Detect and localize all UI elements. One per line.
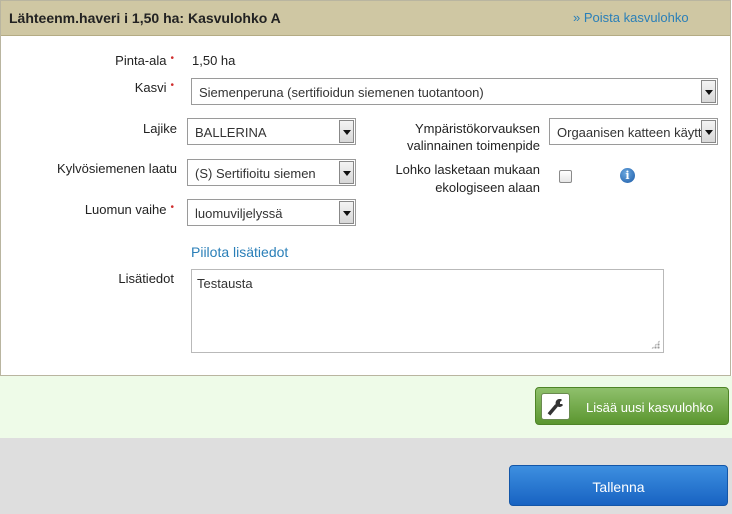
required-marker: •: [170, 53, 174, 64]
env-measure-label-line2: valinnainen toimenpide: [407, 138, 540, 153]
save-button-label: Tallenna: [592, 479, 645, 495]
ecological-area-checkbox[interactable]: [559, 170, 572, 183]
area-label: Pinta-ala •: [115, 53, 174, 68]
chevron-down-icon[interactable]: [339, 201, 354, 224]
chevron-down-icon[interactable]: [339, 120, 354, 143]
panel-header: Lähteenm.haveri i 1,50 ha: Kasvulohko A …: [1, 1, 730, 36]
resize-grip-icon[interactable]: [651, 340, 660, 349]
ecological-area-label-line1: Lohko lasketaan mukaan: [395, 162, 540, 177]
ecological-area-label-line2: ekologiseen alaan: [435, 180, 540, 195]
env-measure-label-line1: Ympäristökorvauksen: [415, 121, 540, 136]
required-marker: •: [170, 202, 174, 213]
crop-block-panel: Lähteenm.haveri i 1,50 ha: Kasvulohko A …: [0, 0, 731, 376]
env-measure-select[interactable]: Orgaanisen katteen käytt: [549, 118, 718, 145]
remove-crop-block-link[interactable]: » Poista kasvulohko: [573, 10, 689, 25]
crop-label: Kasvi •: [135, 80, 174, 95]
crop-select[interactable]: Siemenperuna (sertifioidun siemenen tuot…: [191, 78, 718, 105]
add-crop-block-button[interactable]: Lisää uusi kasvulohko: [535, 387, 729, 425]
seed-quality-select-value: (S) Sertifioitu siemen: [195, 166, 316, 181]
crop-label-text: Kasvi: [134, 80, 167, 95]
variety-label: Lajike: [143, 121, 177, 136]
organic-phase-label-text: Luomun vaihe: [84, 202, 167, 217]
save-button[interactable]: Tallenna: [509, 465, 728, 506]
ecological-area-label: Lohko lasketaan mukaan ekologiseen alaan: [395, 161, 540, 197]
organic-phase-select-value: luomuviljelyssä: [195, 206, 283, 221]
required-marker: •: [170, 80, 174, 91]
details-textarea-value: Testausta: [197, 276, 253, 291]
chevron-down-icon[interactable]: [339, 161, 354, 184]
details-textarea[interactable]: Testausta: [191, 269, 664, 353]
info-icon[interactable]: i: [620, 168, 635, 183]
organic-phase-select[interactable]: luomuviljelyssä: [187, 199, 356, 226]
env-measure-label: Ympäristökorvauksen valinnainen toimenpi…: [407, 120, 540, 154]
variety-select-value: BALLERINA: [195, 125, 267, 140]
add-crop-block-label: Lisää uusi kasvulohko: [586, 400, 714, 415]
chevron-down-icon[interactable]: [701, 120, 716, 143]
area-value: 1,50 ha: [192, 53, 236, 68]
organic-phase-label: Luomun vaihe •: [85, 202, 174, 217]
seed-quality-select[interactable]: (S) Sertifioitu siemen: [187, 159, 356, 186]
details-label: Lisätiedot: [118, 271, 174, 286]
seed-quality-label: Kylvösiemenen laatu: [57, 161, 177, 176]
area-label-text: Pinta-ala: [115, 53, 167, 68]
variety-select[interactable]: BALLERINA: [187, 118, 356, 145]
crop-select-value: Siemenperuna (sertifioidun siemenen tuot…: [199, 85, 484, 100]
env-measure-select-value: Orgaanisen katteen käytt: [557, 125, 702, 140]
wrench-icon: [541, 393, 570, 420]
chevron-down-icon[interactable]: [701, 80, 716, 103]
panel-title: Lähteenm.haveri i 1,50 ha: Kasvulohko A: [9, 10, 281, 26]
hide-details-link[interactable]: Piilota lisätiedot: [191, 244, 288, 260]
